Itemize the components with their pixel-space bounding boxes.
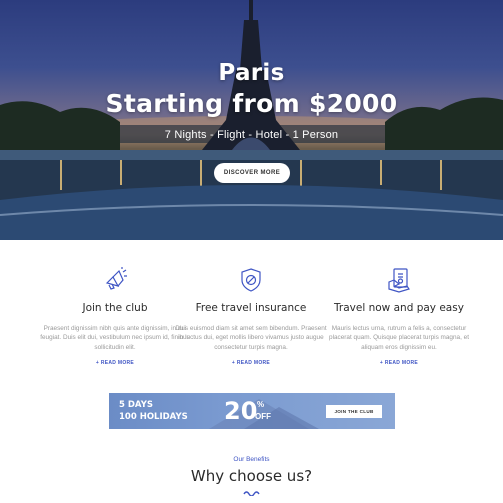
money-icon [385, 266, 413, 294]
read-more-link[interactable]: + READ MORE [171, 360, 331, 366]
shield-icon [237, 266, 265, 294]
join-the-club-button[interactable]: JOIN THE CLUB [326, 405, 382, 418]
benefits-kicker: Our Benefits [233, 456, 270, 463]
banner-percent-sign: % [257, 400, 265, 409]
read-more-link[interactable]: + READ MORE [319, 360, 479, 366]
promo-banner: 5 DAYS 100 HOLIDAYS 20 % OFF JOIN THE CL… [109, 393, 395, 429]
feature-title: Free travel insurance [195, 302, 307, 314]
hero-subtitle: 7 Nights - Flight - Hotel - 1 Person [164, 129, 339, 141]
feature-title: Travel now and pay easy [334, 302, 464, 314]
discover-more-button[interactable]: DISCOVER MORE [214, 163, 290, 183]
squiggle-divider-icon [243, 491, 260, 496]
hero-title-city: Paris [218, 60, 285, 86]
hero-section: Paris Starting from $2000 7 Nights - Fli… [0, 0, 503, 240]
benefits-heading: Why choose us? [190, 467, 313, 485]
feature-pay-easy: Travel now and pay easy Mauris lectus ur… [319, 266, 479, 366]
banner-days: 5 DAYS [119, 400, 153, 410]
feature-description: Duis euismod diam sit amet sem bibendum.… [175, 325, 327, 351]
feature-description: Mauris lectus urna, rutrum a felis a, co… [329, 325, 469, 351]
banner-holidays: 100 HOLIDAYS [119, 412, 188, 422]
feature-travel-insurance: Free travel insurance Duis euismod diam … [171, 266, 331, 366]
banner-percent: 20 [224, 397, 258, 425]
megaphone-icon [101, 266, 129, 294]
hero-title-price: Starting from $2000 [105, 89, 398, 118]
hero-image [0, 0, 503, 240]
banner-off: OFF [255, 412, 271, 421]
